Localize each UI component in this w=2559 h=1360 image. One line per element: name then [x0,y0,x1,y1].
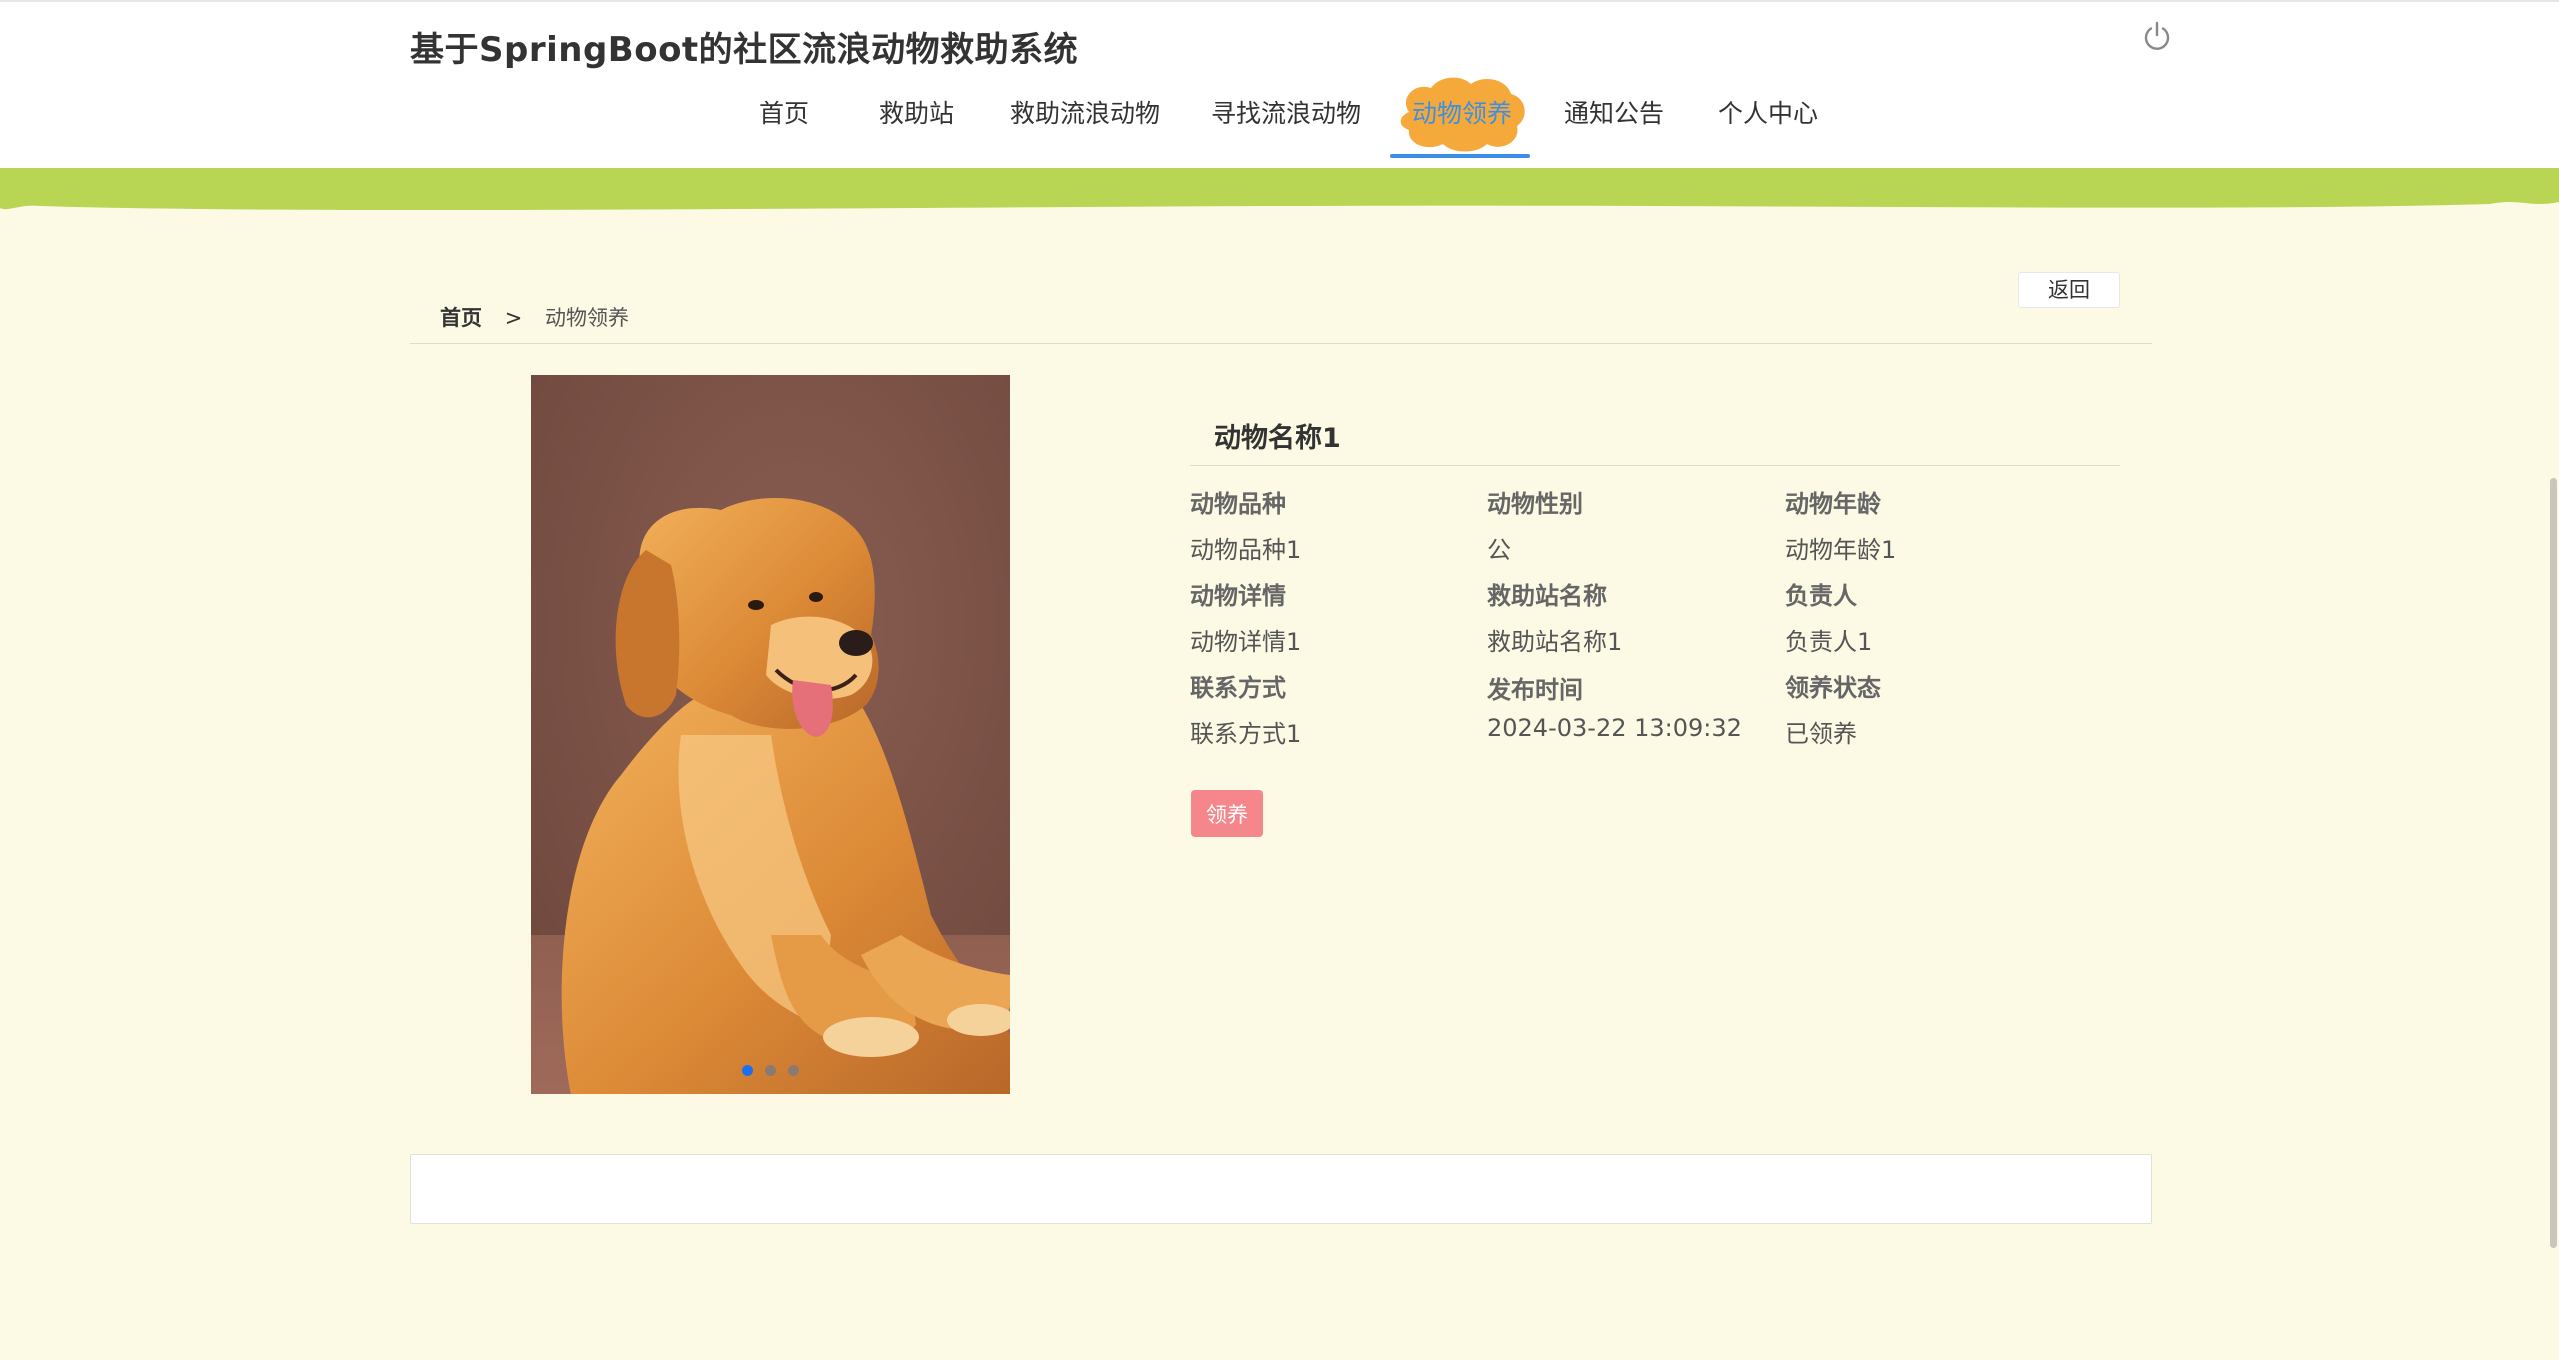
power-icon[interactable] [2141,20,2173,52]
breadcrumb: 首页 > 动物领养 [440,302,629,332]
nav-item-adoption[interactable]: 动物领养 [1400,72,1525,162]
nav-item-notices[interactable]: 通知公告 [1564,72,1664,162]
field-value-age: 动物年龄1 [1785,536,1897,564]
nav-label: 救助流浪动物 [1010,99,1161,128]
carousel-dot[interactable] [788,1065,799,1076]
nav-item-find-stray[interactable]: 寻找流浪动物 [1211,72,1361,162]
field-value-breed: 动物品种1 [1190,536,1302,564]
field-label-gender: 动物性别 [1487,490,1583,518]
field-label-station: 救助站名称 [1487,582,1607,610]
field-value-details: 动物详情1 [1190,628,1302,656]
dog-photo [531,375,1010,1094]
adopt-button[interactable]: 领养 [1191,790,1263,837]
nav-item-rescue-station[interactable]: 救助站 [879,72,954,162]
field-label-contact: 联系方式 [1190,674,1286,702]
animal-name: 动物名称1 [1214,423,1341,454]
field-label-manager: 负责人 [1785,582,1857,610]
field-label-age: 动物年龄 [1785,490,1881,518]
animal-photo-carousel[interactable] [531,375,1010,1094]
breadcrumb-current: 动物领养 [544,306,629,330]
breadcrumb-divider [410,343,2152,344]
field-label-details: 动物详情 [1190,582,1286,610]
field-value-manager: 负责人1 [1785,628,1873,656]
field-label-publish-time: 发布时间 [1487,676,1583,704]
breadcrumb-home[interactable]: 首页 [440,306,482,330]
name-divider [1190,465,2120,466]
detail-content-box [410,1154,2152,1224]
carousel-dots [531,1065,1010,1076]
field-value-adoption-status: 已领养 [1785,720,1857,748]
field-value-publish-time: 2024-03-22 13:09:32 [1487,714,1742,742]
nav-item-rescue-stray[interactable]: 救助流浪动物 [1010,72,1160,162]
field-label-breed: 动物品种 [1190,490,1286,518]
field-label-adoption-status: 领养状态 [1785,674,1881,702]
breadcrumb-separator: > [504,306,523,330]
nav-label: 首页 [759,99,810,128]
field-value-contact: 联系方式1 [1190,720,1302,748]
field-value-gender: 公 [1487,536,1511,564]
field-value-station: 救助站名称1 [1487,628,1623,656]
carousel-dot[interactable] [765,1065,776,1076]
back-button[interactable]: 返回 [2018,272,2120,308]
nav-label: 动物领养 [1412,99,1513,128]
main-nav: 首页 救助站 救助流浪动物 寻找流浪动物 动物领养 通知公告 个人中心 [0,72,2559,162]
carousel-dot[interactable] [742,1065,753,1076]
nav-label: 寻找流浪动物 [1211,99,1362,128]
nav-item-profile[interactable]: 个人中心 [1718,72,1818,162]
header-wave-band [0,168,2559,211]
nav-label: 救助站 [879,99,955,128]
nav-label: 通知公告 [1564,99,1665,128]
scrollbar-thumb[interactable] [2550,478,2557,1248]
active-nav-underline [1390,154,1530,158]
nav-item-home[interactable]: 首页 [759,72,809,162]
nav-label: 个人中心 [1718,99,1819,128]
site-title: 基于SpringBoot的社区流浪动物救助系统 [410,30,1079,70]
site-header: 基于SpringBoot的社区流浪动物救助系统 首页 救助站 救助流浪动物 寻找… [0,0,2559,172]
